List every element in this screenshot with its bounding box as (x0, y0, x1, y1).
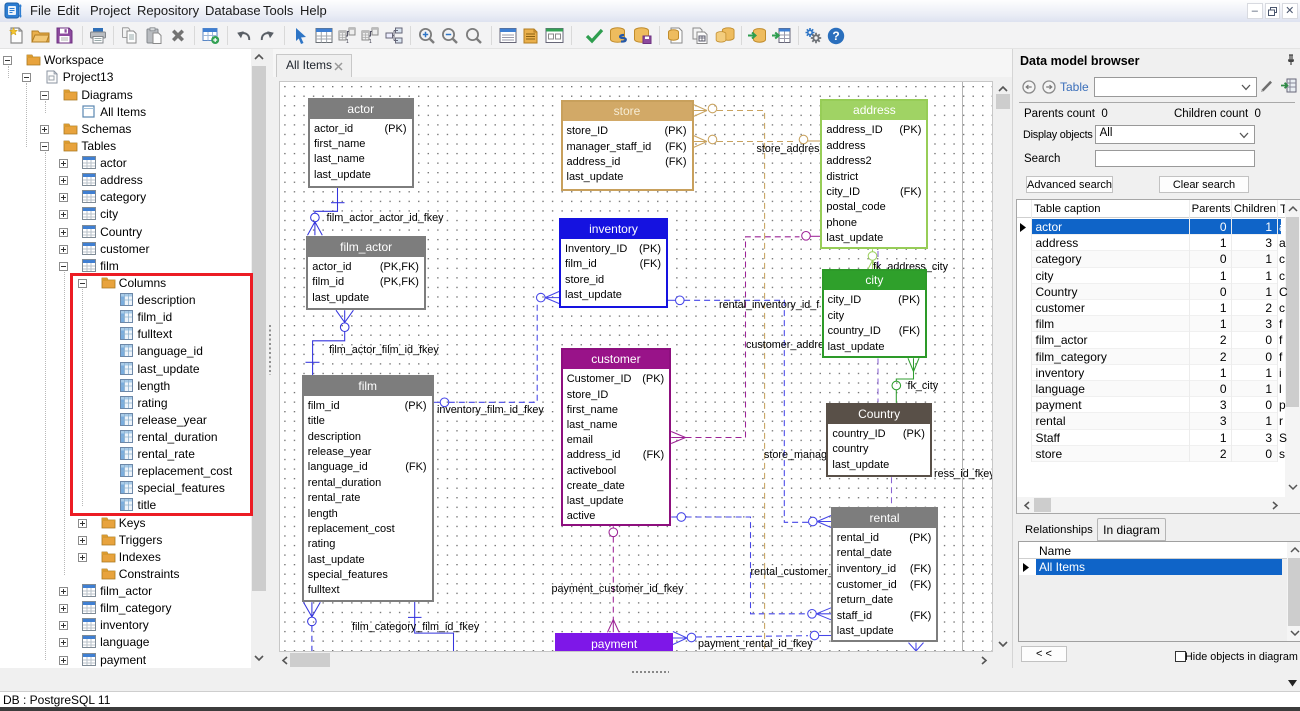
svg-text:?: ? (832, 29, 839, 43)
svg-text:1: 1 (346, 39, 349, 44)
svg-text:1: 1 (369, 39, 372, 44)
